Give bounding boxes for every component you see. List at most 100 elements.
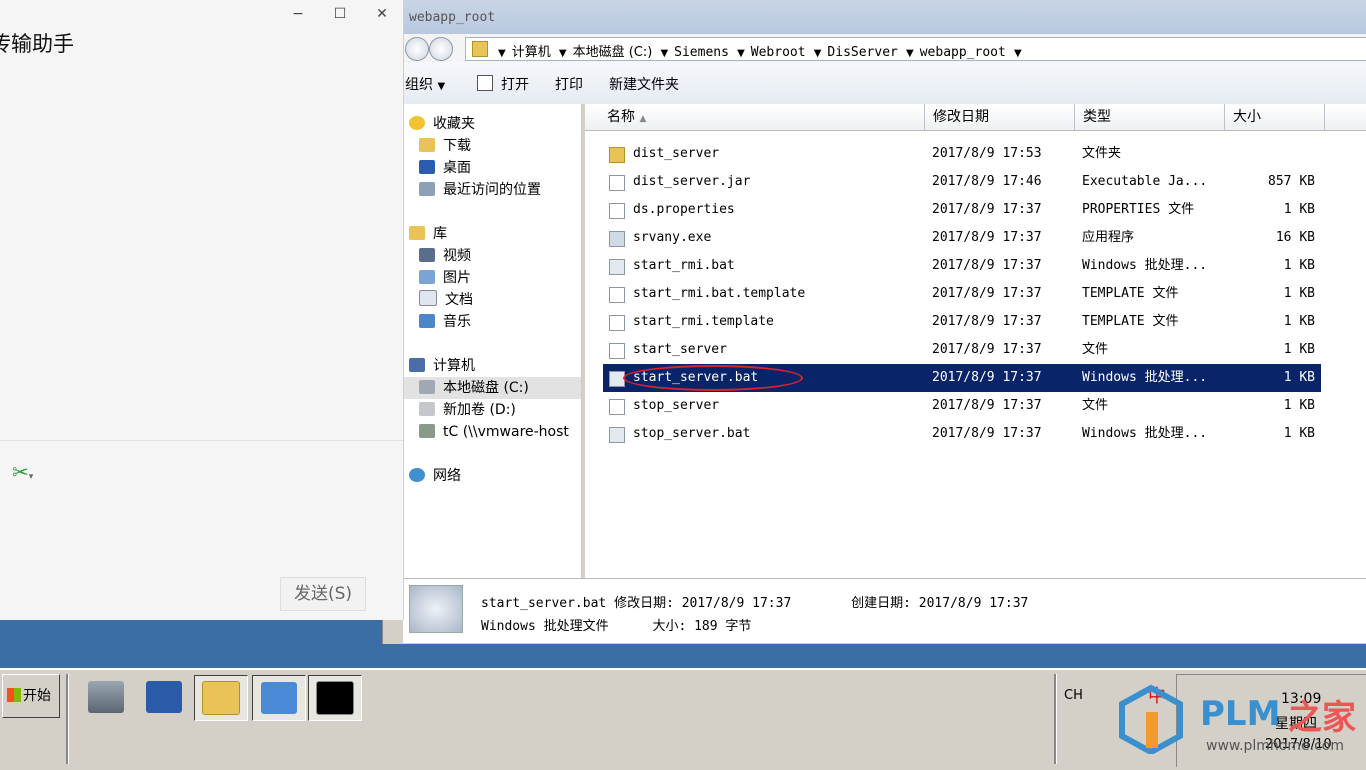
file-size: 1 KB: [1283, 370, 1315, 385]
nav-recent[interactable]: 最近访问的位置: [419, 179, 541, 201]
new-folder-button[interactable]: 新建文件夹: [609, 74, 679, 94]
file-row[interactable]: ds.properties 2017/8/9 17:37 PROPERTIES 文件…: [603, 196, 1321, 224]
file-name: start_rmi.bat: [633, 258, 735, 273]
file-type: Windows 批处理...: [1082, 370, 1208, 385]
organize-menu[interactable]: 组织 ▼: [405, 74, 445, 94]
file-row[interactable]: start_rmi.bat.template 2017/8/9 17:37 TEMP…: [603, 280, 1321, 308]
taskbar: 开始 CH 中 13:09 星期四 2017/8/10 PLM 之家 www.p…: [0, 668, 1366, 770]
breadcrumb-webapp-root[interactable]: webapp_root: [920, 45, 1006, 60]
maximize-button[interactable]: ☐: [326, 4, 354, 24]
nav-drive-c-label: 本地磁盘 (C:): [443, 380, 529, 396]
breadcrumb-siemens[interactable]: Siemens: [674, 45, 729, 60]
nav-downloads-label: 下载: [443, 138, 471, 154]
chevron-down-icon[interactable]: ▼: [737, 48, 745, 59]
file-date: 2017/8/9 17:37: [932, 426, 1042, 441]
file-list: 名称 ▲ 修改日期 类型 大小 dist_server 2017/8/9 17:5…: [585, 104, 1366, 578]
file-type: 文件: [1082, 398, 1109, 413]
nav-favorites[interactable]: 收藏夹: [409, 113, 475, 135]
details-kind: Windows 批处理文件: [481, 619, 609, 634]
chevron-down-icon[interactable]: ▼: [814, 48, 822, 59]
file-name: dist_server: [633, 146, 720, 161]
nav-libraries-label: 库: [433, 226, 447, 242]
gear-icon: [409, 585, 463, 633]
address-area: ▼ 计算机 ▼ 本地磁盘 (C:) ▼ Siemens ▼ Webroot ▼ DisSe…: [403, 34, 1366, 63]
forward-arrow-icon[interactable]: [429, 37, 453, 61]
start-button[interactable]: 开始: [2, 674, 60, 718]
chevron-down-icon[interactable]: ▼: [559, 48, 567, 59]
nav-desktop[interactable]: 桌面: [419, 157, 471, 179]
breadcrumb-webroot[interactable]: Webroot: [751, 45, 806, 60]
breadcrumb-computer[interactable]: 计算机: [512, 45, 551, 60]
file-row[interactable]: stop_server 2017/8/9 17:37 文件 1 KB: [603, 392, 1321, 420]
details-filename: start_server.bat: [481, 596, 607, 611]
file-type: PROPERTIES 文件: [1082, 202, 1195, 217]
file-size: 1 KB: [1283, 426, 1315, 441]
open-button[interactable]: 打开: [477, 74, 529, 94]
column-type[interactable]: 类型: [1075, 104, 1225, 130]
nav-videos[interactable]: 视频: [419, 245, 471, 267]
column-header: 名称 ▲ 修改日期 类型 大小: [585, 104, 1366, 131]
nav-documents-label: 文档: [445, 292, 473, 308]
command-prompt-icon[interactable]: [308, 675, 362, 721]
file-row[interactable]: dist_server 2017/8/9 17:53 文件夹: [603, 140, 1321, 168]
column-size[interactable]: 大小: [1225, 104, 1325, 130]
nav-videos-label: 视频: [443, 248, 471, 264]
server-manager-icon[interactable]: [80, 675, 132, 719]
send-button[interactable]: 发送(S): [280, 577, 366, 611]
explorer-titlebar[interactable]: webapp_root: [383, 0, 1366, 34]
nav-downloads[interactable]: 下载: [419, 135, 471, 157]
file-row[interactable]: dist_server.jar 2017/8/9 17:46 Executable …: [603, 168, 1321, 196]
scissors-glyph: ✂: [12, 460, 29, 484]
breadcrumb-disserver[interactable]: DisServer: [827, 45, 897, 60]
nav-music[interactable]: 音乐: [419, 311, 471, 333]
nav-network-share[interactable]: tC (\\vmware-host: [419, 421, 569, 443]
nav-computer[interactable]: 计算机: [409, 355, 475, 377]
back-arrow-icon[interactable]: [405, 37, 429, 61]
address-bar[interactable]: ▼ 计算机 ▼ 本地磁盘 (C:) ▼ Siemens ▼ Webroot ▼ DisSe…: [465, 37, 1366, 61]
watermark-brand: PLM: [1200, 694, 1281, 734]
print-button[interactable]: 打印: [555, 74, 583, 94]
chat-title: 传输助手: [0, 32, 74, 56]
file-row-selected[interactable]: start_server.bat 2017/8/9 17:37 Windows 批处…: [603, 364, 1321, 392]
chat-input-divider: [0, 440, 403, 441]
file-row[interactable]: start_rmi.bat 2017/8/9 17:37 Windows 批处理..…: [603, 252, 1321, 280]
nav-drive-d[interactable]: 新加卷 (D:): [419, 399, 516, 421]
file-size: 1 KB: [1283, 286, 1315, 301]
chevron-down-icon[interactable]: ▼: [1014, 48, 1022, 59]
nav-libraries[interactable]: 库: [409, 223, 447, 245]
minimize-button[interactable]: −: [284, 4, 312, 24]
powershell-icon[interactable]: [138, 675, 190, 719]
file-date: 2017/8/9 17:37: [932, 202, 1042, 217]
file-row[interactable]: stop_server.bat 2017/8/9 17:37 Windows 批处理…: [603, 420, 1321, 448]
videos-icon: [419, 248, 435, 262]
nav-drive-c[interactable]: 本地磁盘 (C:): [403, 377, 581, 399]
nav-computer-label: 计算机: [433, 358, 475, 374]
file-size: 1 KB: [1283, 258, 1315, 273]
file-row[interactable]: start_server 2017/8/9 17:37 文件 1 KB: [603, 336, 1321, 364]
breadcrumb-drive-c[interactable]: 本地磁盘 (C:): [573, 45, 653, 60]
file-row[interactable]: srvany.exe 2017/8/9 17:37 应用程序 16 KB: [603, 224, 1321, 252]
file-size: 1 KB: [1283, 398, 1315, 413]
chevron-down-icon[interactable]: ▼: [906, 48, 914, 59]
nav-favorites-label: 收藏夹: [433, 116, 475, 132]
nav-network[interactable]: 网络: [409, 465, 461, 487]
pictures-icon: [419, 270, 435, 284]
file-name: stop_server.bat: [633, 426, 751, 441]
file-row[interactable]: start_rmi.template 2017/8/9 17:37 TEMPLATE…: [603, 308, 1321, 336]
details-modified: 修改日期: 2017/8/9 17:37: [614, 596, 792, 611]
drive-icon: [419, 402, 435, 416]
nav-documents[interactable]: 文档: [419, 289, 473, 311]
close-button[interactable]: ✕: [368, 4, 396, 24]
nav-pictures[interactable]: 图片: [419, 267, 471, 289]
column-name[interactable]: 名称 ▲: [599, 104, 925, 130]
scissors-icon[interactable]: ✂▾: [12, 460, 33, 484]
column-date[interactable]: 修改日期: [925, 104, 1075, 130]
chevron-down-icon[interactable]: ▾: [29, 472, 34, 482]
explorer-taskbar-icon[interactable]: [194, 675, 248, 721]
language-indicator[interactable]: CH: [1064, 688, 1083, 703]
control-panel-icon[interactable]: [252, 675, 306, 721]
globe-icon: [409, 468, 425, 482]
chevron-down-icon[interactable]: ▼: [660, 48, 668, 59]
chevron-down-icon[interactable]: ▼: [498, 48, 506, 59]
file-type: Executable Ja...: [1082, 174, 1208, 189]
